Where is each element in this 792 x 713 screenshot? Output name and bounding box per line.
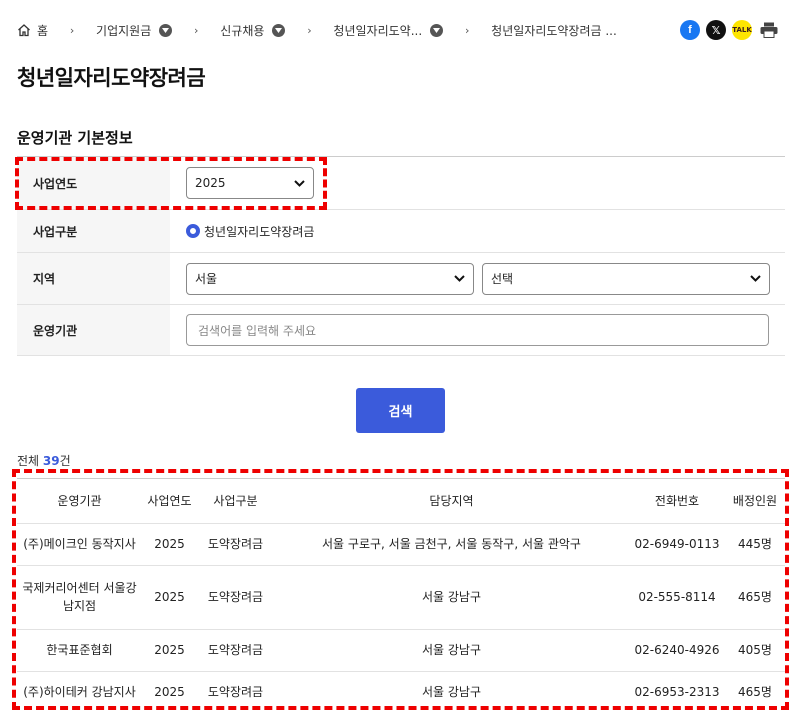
column-header: 배정인원: [725, 479, 785, 524]
results-table: 운영기관 사업연도 사업구분 담당지역 전화번호 배정인원 (주)메이크인 동작…: [17, 478, 785, 713]
chevron-right-icon: ›: [464, 23, 470, 37]
total-suffix: 건: [59, 454, 71, 468]
column-header: 사업연도: [142, 479, 197, 524]
region-select-value: 서울: [195, 272, 218, 286]
table-cell: 한국표준협회: [17, 629, 142, 672]
form-row-region: 지역 서울 선택: [17, 253, 785, 305]
table-row[interactable]: 한국표준협회 2025 도약장려금 서울 강남구 02-6240-4926 40…: [17, 629, 785, 672]
chevron-down-icon[interactable]: [272, 23, 286, 37]
facebook-share-icon[interactable]: f: [680, 20, 700, 40]
region-label: 지역: [17, 253, 170, 304]
column-header: 전화번호: [629, 479, 725, 524]
table-cell: 445명: [725, 523, 785, 566]
table-cell: (주)메이크인 동작지사: [17, 523, 142, 566]
print-icon[interactable]: [758, 20, 780, 40]
table-row[interactable]: 국제커리어센터 서울강남지점 2025 도약장려금 서울 강남구 02-555-…: [17, 565, 785, 630]
total-number: 39: [42, 454, 60, 468]
table-cell: 국제커리어센터 서울강남지점: [17, 565, 142, 630]
table-cell: 02-6949-0113: [629, 523, 725, 566]
breadcrumb-home-label: 홈: [37, 23, 49, 38]
breadcrumb: 홈 › 기업지원금 › 신규채용 › 청년일자리도약... › 청년일자리도약장…: [17, 18, 617, 42]
radio-selected-icon[interactable]: [186, 224, 200, 238]
subregion-select-value: 선택: [491, 272, 514, 286]
table-row[interactable]: (주)메이크인 동작지사 2025 도약장려금 서울 구로구, 서울 금천구, …: [17, 523, 785, 566]
table-cell: 465명: [725, 565, 785, 630]
section-title: 운영기관 기본정보: [17, 129, 133, 147]
type-radio[interactable]: 청년일자리도약장려금: [186, 223, 314, 240]
subregion-select[interactable]: 선택: [482, 262, 770, 295]
table-cell: 465명: [725, 671, 785, 713]
table-cell: 서울 강남구: [274, 565, 629, 630]
chevron-down-icon: [294, 179, 305, 187]
breadcrumb-label: 신규채용: [220, 23, 265, 38]
share-buttons: f 𝕏 TALK: [680, 20, 780, 40]
chevron-right-icon: ›: [194, 23, 199, 37]
table-cell: 서울 강남구: [274, 671, 629, 713]
region-select[interactable]: 서울: [186, 262, 474, 295]
type-radio-label: 청년일자리도약장려금: [204, 224, 315, 239]
column-header: 담당지역: [274, 479, 629, 524]
table-cell: 도약장려금: [197, 523, 274, 566]
table-cell: 2025: [142, 565, 197, 630]
chevron-down-icon: [750, 275, 761, 282]
breadcrumb-item-4[interactable]: 청년일자리도약장려금 ...: [491, 22, 617, 39]
search-form: 사업연도 2025 사업구분 청년일자리도약장려금 지역 서울 선택 운영기관 …: [17, 156, 785, 356]
page-title: 청년일자리도약장려금: [17, 66, 206, 90]
table-cell: 서울 구로구, 서울 금천구, 서울 동작구, 서울 관악구: [274, 523, 629, 566]
table-cell: 405명: [725, 629, 785, 672]
table-cell: 2025: [142, 671, 197, 713]
total-count: 전체 39건: [17, 452, 71, 469]
form-row-type: 사업구분 청년일자리도약장려금: [17, 210, 785, 253]
breadcrumb-label: 청년일자리도약장려금 ...: [491, 23, 617, 38]
chevron-right-icon: ›: [69, 23, 75, 37]
total-prefix: 전체: [17, 454, 43, 468]
breadcrumb-item-1[interactable]: 기업지원금: [96, 22, 173, 39]
table-row[interactable]: (주)하이테커 강남지사 2025 도약장려금 서울 강남구 02-6953-2…: [17, 671, 785, 713]
table-cell: 02-6953-2313: [629, 671, 725, 713]
breadcrumb-item-2[interactable]: 신규채용: [220, 22, 286, 39]
type-label: 사업구분: [17, 210, 170, 252]
breadcrumb-label: 청년일자리도약...: [333, 23, 423, 38]
search-button[interactable]: 검색: [356, 388, 445, 433]
chevron-down-icon: [454, 275, 465, 282]
table-header-row: 운영기관 사업연도 사업구분 담당지역 전화번호 배정인원: [17, 479, 785, 524]
year-label: 사업연도: [17, 157, 170, 209]
chevron-down-icon[interactable]: [430, 23, 444, 37]
table-cell: 2025: [142, 523, 197, 566]
year-select-value: 2025: [195, 176, 226, 190]
table-cell: 02-6240-4926: [629, 629, 725, 672]
breadcrumb-home[interactable]: 홈: [17, 22, 48, 39]
breadcrumb-label: 기업지원금: [96, 23, 152, 38]
chevron-right-icon: ›: [307, 23, 312, 37]
x-share-icon[interactable]: 𝕏: [706, 20, 726, 40]
form-row-org: 운영기관 검색어를 입력해 주세요: [17, 305, 785, 356]
table-cell: 도약장려금: [197, 629, 274, 672]
chevron-down-icon[interactable]: [159, 23, 173, 37]
table-cell: 도약장려금: [197, 565, 274, 630]
year-select[interactable]: 2025: [186, 167, 314, 199]
column-header: 사업구분: [197, 479, 274, 524]
column-header: 운영기관: [17, 479, 142, 524]
table-cell: (주)하이테커 강남지사: [17, 671, 142, 713]
breadcrumb-item-3[interactable]: 청년일자리도약...: [333, 22, 444, 39]
org-label: 운영기관: [17, 305, 170, 355]
table-cell: 2025: [142, 629, 197, 672]
org-search-input[interactable]: 검색어를 입력해 주세요: [186, 314, 769, 346]
table-cell: 도약장려금: [197, 671, 274, 713]
kakaotalk-share-icon[interactable]: TALK: [732, 20, 752, 40]
table-cell: 02-555-8114: [629, 565, 725, 630]
table-cell: 서울 강남구: [274, 629, 629, 672]
home-icon: [18, 24, 30, 37]
form-row-year: 사업연도 2025: [17, 157, 785, 210]
